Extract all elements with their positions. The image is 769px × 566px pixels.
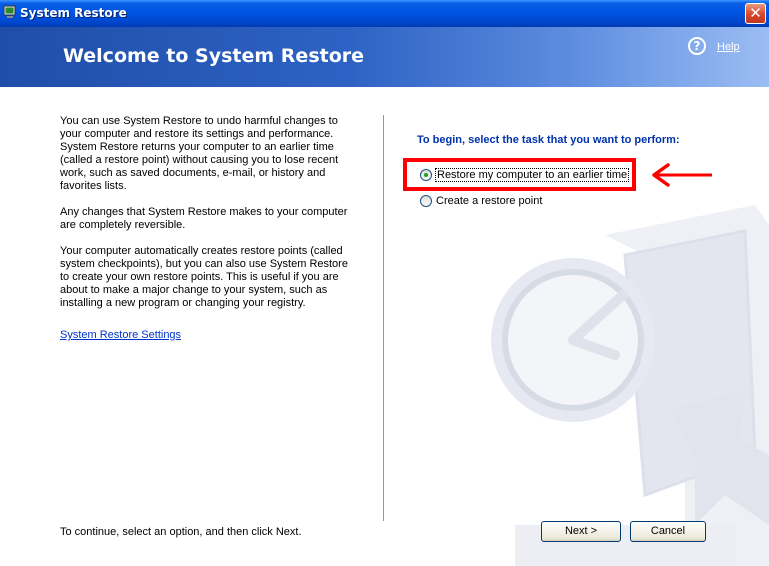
wizard-header: Welcome to System Restore ? Help	[0, 27, 769, 87]
intro-text: You can use System Restore to undo harmf…	[60, 115, 350, 323]
annotation-highlight-box	[403, 158, 636, 191]
vertical-divider	[383, 115, 384, 521]
create-restore-point-option[interactable]: Create a restore point	[420, 193, 542, 209]
close-icon: ✕	[749, 4, 762, 22]
help-link[interactable]: Help	[717, 41, 740, 53]
task-heading: To begin, select the task that you want …	[417, 134, 680, 146]
cancel-button[interactable]: Cancel	[630, 521, 706, 542]
intro-paragraph: Your computer automatically creates rest…	[60, 245, 348, 309]
option-label[interactable]: Create a restore point	[436, 195, 542, 207]
help-icon[interactable]: ?	[688, 37, 706, 55]
intro-paragraph: Any changes that System Restore makes to…	[60, 206, 348, 231]
system-restore-app-icon	[3, 5, 16, 18]
clock-watermark-icon	[491, 205, 769, 566]
page-title: Welcome to System Restore	[63, 45, 365, 67]
window-title: System Restore	[20, 6, 127, 20]
next-button[interactable]: Next >	[541, 521, 621, 542]
title-bar[interactable]: System Restore ✕	[0, 0, 769, 27]
footer-instruction: To continue, select an option, and then …	[60, 526, 302, 538]
intro-paragraph: You can use System Restore to undo harmf…	[60, 115, 339, 192]
system-restore-settings-link[interactable]: System Restore Settings	[60, 329, 181, 341]
annotation-arrow-icon	[652, 163, 712, 187]
create-restore-point-radio[interactable]	[420, 195, 432, 207]
close-button[interactable]: ✕	[745, 3, 766, 24]
